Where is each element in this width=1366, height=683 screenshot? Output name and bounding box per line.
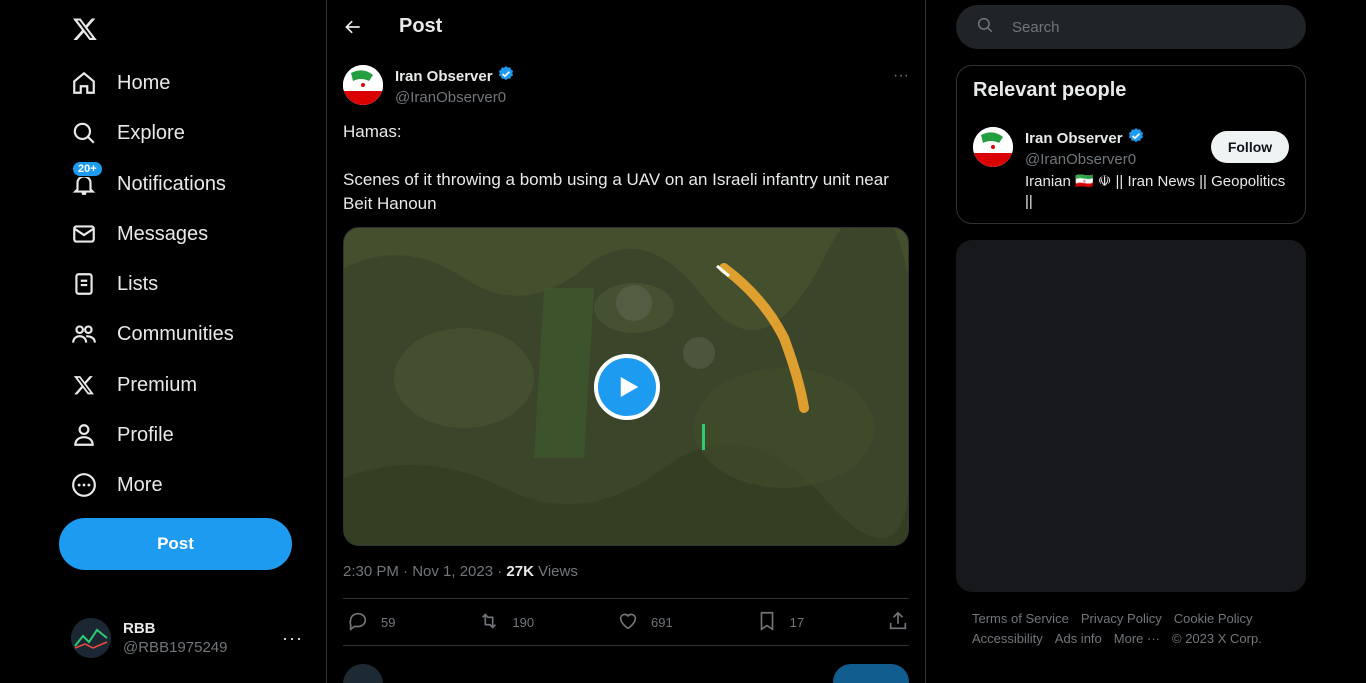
nav-more[interactable]: More: [59, 460, 175, 510]
bookmark-button[interactable]: 17: [756, 610, 804, 635]
nav-label: Lists: [117, 272, 159, 295]
share-icon: [887, 610, 909, 635]
tweet-text-line: Hamas:: [343, 122, 402, 141]
reply-button[interactable]: 59: [347, 610, 395, 635]
reply-submit-button[interactable]: [833, 664, 909, 683]
more-icon[interactable]: ···: [282, 628, 303, 649]
tweet-timestamp[interactable]: 2:30 PM · Nov 1, 2023 ·: [343, 563, 506, 580]
avatar[interactable]: [973, 127, 1013, 167]
share-button[interactable]: [887, 610, 909, 635]
bell-icon: 20+: [71, 161, 103, 197]
nav-label: More: [117, 473, 163, 496]
nav-label: Notifications: [117, 172, 226, 195]
nav-label: Explore: [117, 121, 185, 144]
nav-lists[interactable]: Lists: [59, 259, 170, 309]
like-button[interactable]: 691: [617, 610, 673, 635]
play-button-icon[interactable]: [594, 354, 660, 420]
reply-composer: [343, 662, 909, 683]
section-title: Relevant people: [973, 79, 1127, 101]
footer-link-accessibility[interactable]: Accessibility: [972, 631, 1043, 646]
person-name[interactable]: Iran Observer: [1025, 130, 1123, 147]
bookmark-count: 17: [789, 614, 805, 630]
avatar: [343, 664, 383, 683]
tweet-text: Hamas: Scenes of it throwing a bomb usin…: [343, 120, 909, 216]
nav-premium[interactable]: Premium: [59, 360, 209, 410]
person-name-row[interactable]: Iran Observer: [1025, 127, 1145, 149]
tweet-author: Iran Observer @IranObserver0 ···: [343, 65, 909, 106]
repost-button[interactable]: 190: [478, 610, 534, 635]
repost-count: 190: [512, 614, 535, 630]
search-icon: [976, 16, 994, 39]
nav-home[interactable]: Home: [59, 58, 182, 108]
footer-link-more[interactable]: More ···: [1114, 631, 1160, 646]
back-arrow-icon[interactable]: [343, 17, 363, 37]
more-icon[interactable]: ···: [893, 67, 909, 85]
account-handle: @RBB1975249: [123, 639, 228, 656]
people-icon: [71, 321, 97, 347]
verified-badge-icon: [1127, 127, 1145, 149]
x-logo-icon[interactable]: [64, 8, 106, 50]
nav-label: Profile: [117, 423, 174, 446]
nav-label: Premium: [117, 373, 198, 396]
main-column: Post Iran Observer @IranObserver0 ··· Ha…: [327, 0, 926, 683]
avatar: [71, 618, 111, 658]
search-input[interactable]: Search: [1012, 19, 1060, 36]
x-logo-icon: [71, 372, 97, 398]
copyright: © 2023 X Corp.: [1172, 631, 1262, 646]
tweet-text-line: Scenes of it throwing a bomb using a UAV…: [343, 170, 889, 213]
heart-icon: [617, 610, 639, 635]
account-switcher[interactable]: RBB @RBB1975249 ···: [59, 606, 319, 670]
page-title: Post: [399, 15, 443, 37]
post-button[interactable]: Post: [59, 518, 292, 570]
tweet-actions: 59 190 691 17: [343, 598, 909, 646]
reply-count: 59: [381, 614, 396, 630]
author-handle[interactable]: @IranObserver0: [395, 89, 515, 106]
author-name[interactable]: Iran Observer: [395, 68, 493, 85]
footer-link-privacy[interactable]: Privacy Policy: [1081, 611, 1162, 626]
more-circle-icon: [71, 472, 97, 498]
nav-messages[interactable]: Messages: [59, 209, 220, 259]
footer-link-cookies[interactable]: Cookie Policy: [1174, 611, 1253, 626]
tweet-meta: 2:30 PM · Nov 1, 2023 · 27K Views: [343, 563, 578, 580]
nav-communities[interactable]: Communities: [59, 309, 246, 359]
nav-explore[interactable]: Explore: [59, 108, 197, 158]
list-icon: [71, 271, 97, 297]
left-sidebar: Home Explore 20+ Notifications Messages: [0, 0, 327, 683]
bookmark-icon: [756, 610, 778, 635]
relevant-people-card: Relevant people Iran Observer @IranObser…: [956, 65, 1306, 224]
notification-badge: 20+: [72, 161, 103, 177]
nav-label: Communities: [117, 322, 234, 345]
search-bar[interactable]: Search: [956, 5, 1306, 49]
repost-icon: [478, 610, 500, 635]
author-name-row[interactable]: Iran Observer: [395, 65, 515, 87]
nav-notifications[interactable]: 20+ Notifications: [59, 159, 238, 209]
home-icon: [71, 70, 97, 96]
views-count: 27K: [506, 563, 534, 580]
person-handle[interactable]: @IranObserver0: [1025, 151, 1145, 168]
nav-label: Home: [117, 71, 171, 94]
page-header: Post: [327, 0, 925, 53]
nav-profile[interactable]: Profile: [59, 410, 186, 460]
account-name: RBB: [123, 620, 156, 637]
search-icon: [71, 120, 97, 146]
person-bio: Iranian 🇮🇷 ☫ || Iran News || Geopolitics…: [1025, 173, 1286, 210]
reply-icon: [347, 610, 369, 635]
footer-links: Terms of Service Privacy Policy Cookie Pol…: [972, 609, 1302, 649]
trends-panel: [956, 240, 1306, 592]
like-count: 691: [650, 614, 673, 630]
views-label: Views: [533, 563, 578, 580]
app-root: Home Explore 20+ Notifications Messages: [0, 0, 1366, 683]
verified-badge-icon: [497, 65, 515, 87]
video-player[interactable]: [343, 227, 909, 546]
avatar[interactable]: [343, 65, 383, 105]
footer-link-ads[interactable]: Ads info: [1055, 631, 1102, 646]
envelope-icon: [71, 221, 97, 247]
footer-link-terms[interactable]: Terms of Service: [972, 611, 1069, 626]
nav-label: Messages: [117, 222, 209, 245]
follow-button[interactable]: Follow: [1211, 131, 1289, 163]
person-icon: [71, 422, 97, 448]
